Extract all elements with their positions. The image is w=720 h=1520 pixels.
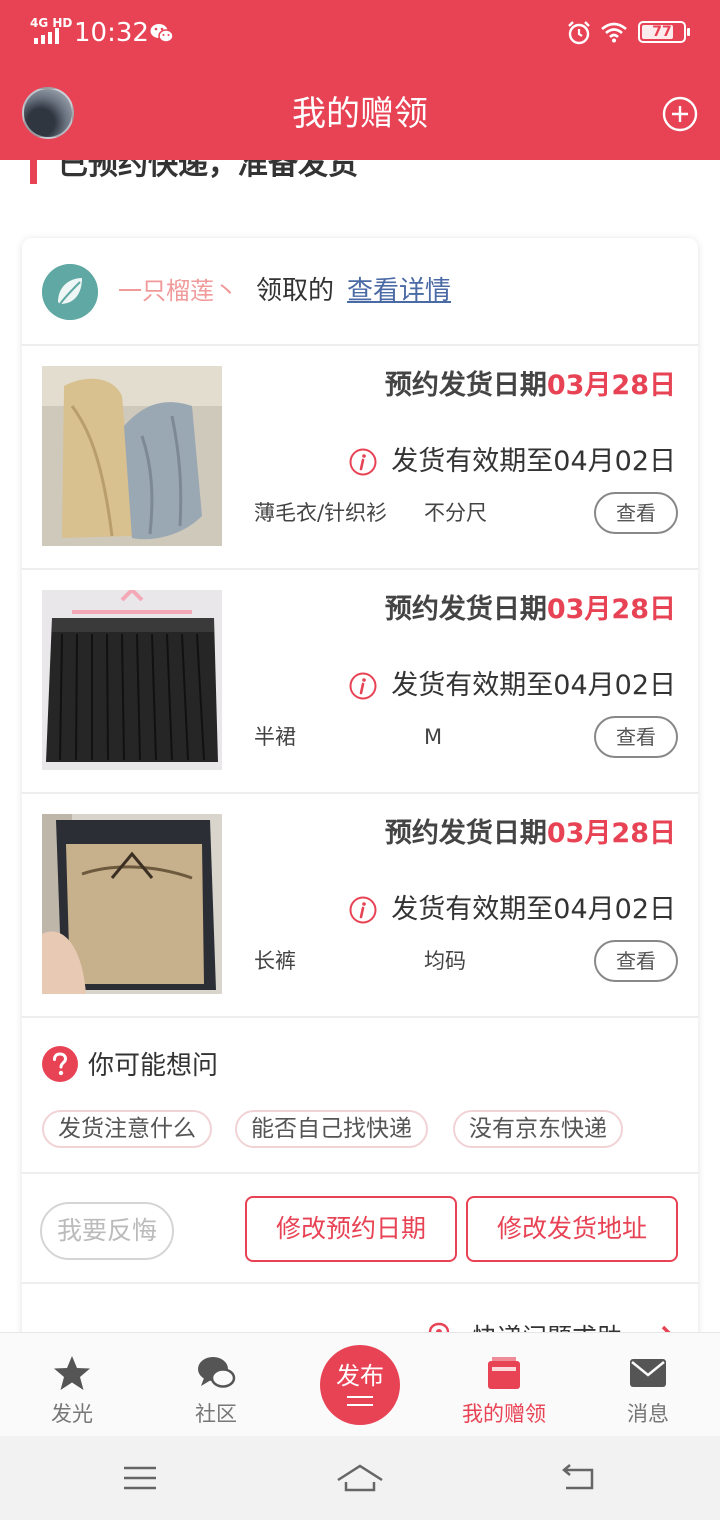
item-size: 不分尺 — [424, 501, 487, 525]
action-bar: 我要反悔 修改预约日期 修改发货地址 — [22, 1174, 698, 1284]
claim-header: 一只榴莲丶 领取的 查看详情 — [22, 238, 698, 346]
plus-circle-icon[interactable] — [662, 96, 698, 132]
view-button[interactable]: 查看 — [594, 492, 678, 534]
publish-icon — [347, 1396, 373, 1406]
info-icon — [349, 448, 377, 476]
wechat-icon — [150, 24, 174, 43]
shipping-date-value: 03月28日 — [546, 370, 676, 401]
faq-chip[interactable]: 没有京东快递 — [453, 1110, 623, 1148]
battery-level: 77 — [652, 24, 672, 40]
faq-chip[interactable]: 发货注意什么 — [42, 1110, 212, 1148]
item-category: 半裙 — [254, 725, 296, 749]
shipping-date: 预约发货日期03月28日 — [385, 368, 676, 404]
tab-community[interactable]: 社区 — [144, 1333, 288, 1437]
shipping-date-label: 预约发货日期 — [384, 818, 547, 849]
faq-title: 你可能想问 — [88, 1051, 219, 1081]
signal-icon — [34, 28, 59, 44]
star-icon — [54, 1356, 90, 1390]
faq-chip[interactable]: 能否自己找快递 — [235, 1110, 428, 1148]
claimer-avatar[interactable] — [42, 264, 98, 320]
item-size: 均码 — [424, 949, 466, 973]
view-button[interactable]: 查看 — [594, 940, 678, 982]
item-category: 长裤 — [254, 949, 296, 973]
publish-button[interactable]: 发布 — [320, 1345, 400, 1425]
home-icon[interactable] — [334, 1460, 386, 1496]
gift-box-icon — [488, 1357, 520, 1389]
shipping-date: 预约发货日期03月28日 — [385, 816, 676, 852]
shipping-date: 预约发货日期03月28日 — [385, 592, 676, 628]
system-nav-bar — [0, 1436, 720, 1520]
menu-icon[interactable] — [120, 1460, 160, 1496]
app-header: 4G HD 10:32 77 我的赠领 — [0, 0, 720, 160]
status-bar: 4G HD 10:32 77 — [0, 0, 720, 66]
valid-until: 发货有效期至04月02日 — [391, 670, 676, 701]
tab-my-gifts[interactable]: 我的赠领 — [432, 1333, 576, 1437]
faq-section: 你可能想问 发货注意什么 能否自己找快递 没有京东快递 — [22, 1018, 698, 1174]
alarm-icon — [568, 21, 590, 45]
claim-card: 一只榴莲丶 领取的 查看详情 预约发货日期03月28日 发货有效期至04月02日… — [22, 238, 698, 1378]
item-photo-skirt[interactable] — [42, 590, 222, 770]
back-icon[interactable] — [558, 1460, 598, 1496]
battery-icon: 77 — [638, 21, 690, 43]
item-category: 薄毛衣/针织衫 — [254, 501, 388, 525]
valid-until: 发货有效期至04月02日 — [391, 446, 676, 477]
item-photo-sweater[interactable] — [42, 366, 222, 546]
valid-until: 发货有效期至04月02日 — [391, 894, 676, 925]
tab-glow[interactable]: 发光 — [0, 1333, 144, 1437]
regret-button[interactable]: 我要反悔 — [40, 1202, 174, 1260]
page-title: 我的赠领 — [292, 94, 428, 134]
tab-messages[interactable]: 消息 — [576, 1333, 720, 1437]
claimer-name[interactable]: 一只榴莲丶 — [118, 274, 238, 308]
status-time: 10:32 — [74, 18, 149, 48]
view-button[interactable]: 查看 — [594, 716, 678, 758]
change-address-button[interactable]: 修改发货地址 — [466, 1196, 678, 1262]
tab-label: 发光 — [51, 1402, 93, 1426]
gift-item: 预约发货日期03月28日 发货有效期至04月02日 长裤 均码 查看 — [22, 794, 698, 1018]
bottom-tab-bar: 发光 社区 发布 我的赠领 消息 — [0, 1332, 720, 1436]
item-photo-pants[interactable] — [42, 814, 222, 994]
gift-item: 预约发货日期03月28日 发货有效期至04月02日 薄毛衣/针织衫 不分尺 查看 — [22, 346, 698, 570]
item-size: M — [424, 725, 443, 749]
shipping-date-label: 预约发货日期 — [384, 370, 547, 401]
tab-label: 社区 — [195, 1402, 237, 1426]
publish-label: 发布 — [336, 1362, 384, 1390]
tab-label: 消息 — [627, 1402, 669, 1426]
shipping-date-label: 预约发货日期 — [384, 594, 547, 625]
info-icon — [349, 896, 377, 924]
shipping-date-value: 03月28日 — [546, 594, 676, 625]
info-icon — [349, 672, 377, 700]
change-date-button[interactable]: 修改预约日期 — [245, 1196, 457, 1262]
view-details-link[interactable]: 查看详情 — [347, 274, 451, 308]
tab-label: 我的赠领 — [462, 1402, 546, 1426]
question-icon — [42, 1046, 78, 1082]
shipping-date-value: 03月28日 — [546, 818, 676, 849]
chat-bubbles-icon — [198, 1357, 236, 1388]
wifi-icon — [601, 22, 627, 43]
claim-label: 领取的 — [256, 276, 335, 306]
gift-item: 预约发货日期03月28日 发货有效期至04月02日 半裙 M 查看 — [22, 570, 698, 794]
envelope-icon — [630, 1359, 666, 1387]
